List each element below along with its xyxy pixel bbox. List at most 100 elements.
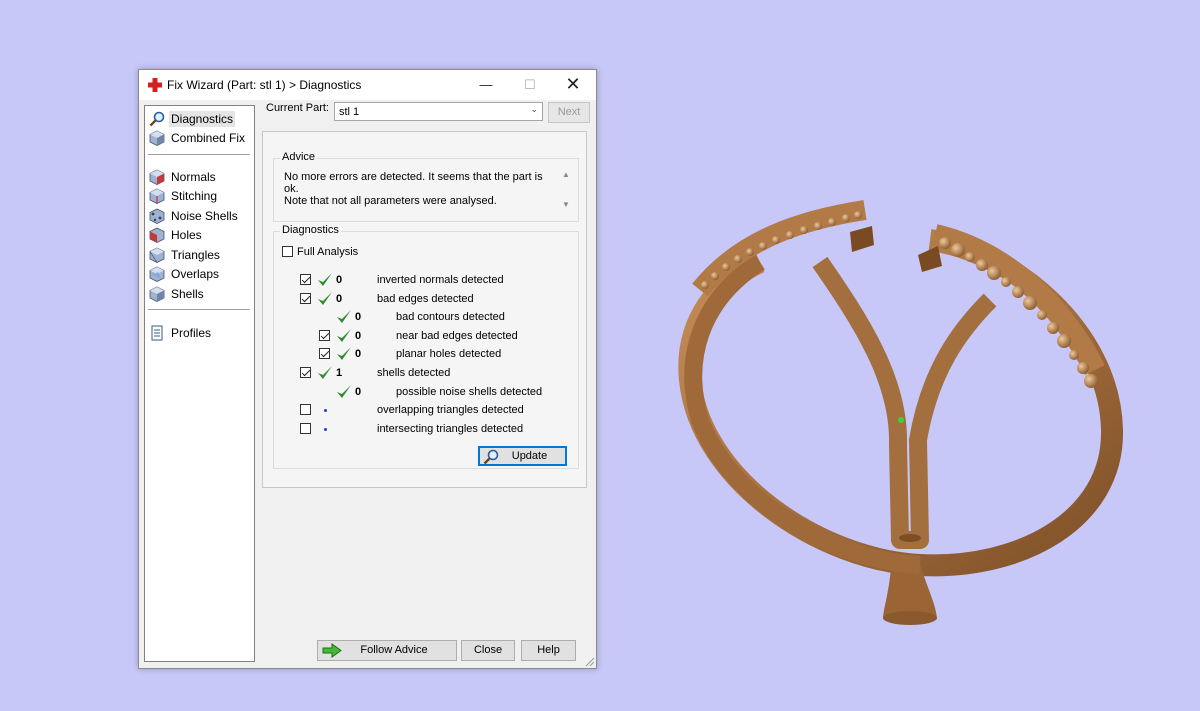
diagnostic-row: 0 planar holes detected (274, 346, 574, 362)
nav-item-holes[interactable]: Holes (149, 226, 249, 244)
ring-model (678, 200, 1124, 625)
nav-item-shells[interactable]: Shells (149, 285, 249, 303)
nav-item-triangles[interactable]: Triangles (149, 246, 249, 264)
nav-label: Profiles (171, 326, 212, 340)
bead (746, 248, 754, 256)
wizard-nav: Diagnostics Combined Fix Normals Stitchi… (144, 105, 255, 662)
follow-advice-button[interactable]: Follow Advice (317, 640, 457, 661)
bead (759, 242, 767, 250)
advice-title: Advice (280, 151, 318, 163)
diagnostic-label: planar holes detected (396, 348, 502, 361)
diagnostic-label: shells detected (377, 367, 451, 379)
maximize-button[interactable]: ☐ (508, 70, 552, 100)
nav-label: Combined Fix (171, 131, 246, 145)
nav-item-profiles[interactable]: Profiles (149, 324, 249, 342)
diagnostics-panel: Advice No more errors are detected. It s… (262, 131, 587, 488)
bead (711, 272, 719, 280)
bead (965, 252, 975, 262)
diagnostics-title: Diagnostics (280, 224, 341, 236)
bead (939, 237, 951, 249)
nav-label: Shells (171, 287, 204, 301)
cube-overlaps-icon (149, 266, 165, 282)
resize-grip-icon[interactable] (584, 656, 595, 667)
next-button[interactable]: Next (548, 102, 590, 123)
bead (1037, 310, 1047, 320)
diagnostic-checkbox[interactable] (300, 274, 311, 285)
nav-label: Noise Shells (171, 209, 238, 223)
nav-label: Diagnostics (169, 111, 236, 127)
bead (1023, 296, 1037, 310)
diagnostic-label: inverted normals detected (377, 274, 504, 286)
nav-separator (148, 309, 250, 310)
bead (976, 259, 988, 271)
help-button[interactable]: Help (521, 640, 576, 661)
diagnostic-label: intersecting triangles detected (377, 422, 524, 435)
current-part-select[interactable]: stl 1 ⌄ (334, 102, 543, 121)
green-check-icon (337, 328, 351, 342)
cube-stitching-icon (149, 188, 165, 204)
bead (800, 226, 808, 234)
diagnostic-row: intersecting triangles detected (274, 421, 574, 437)
bead (701, 281, 709, 289)
green-check-icon (337, 310, 351, 324)
nav-label: Stitching (171, 189, 218, 203)
diagnostic-label: possible noise shells detected (396, 385, 543, 398)
magnifier-icon (149, 111, 165, 127)
green-check-icon (318, 366, 332, 379)
bead (1084, 374, 1098, 388)
bead (814, 222, 822, 230)
minimize-button[interactable]: — (464, 70, 508, 100)
diagnostic-count: 0 (336, 274, 343, 286)
diagnostic-checkbox[interactable] (319, 348, 330, 360)
green-check-icon (318, 273, 332, 286)
cube-icon (149, 130, 165, 146)
diagnostic-row: 1 shells detected (274, 365, 574, 381)
green-check-icon (337, 347, 351, 361)
advice-group: Advice No more errors are detected. It s… (273, 151, 579, 222)
nav-item-overlaps[interactable]: Overlaps (149, 265, 249, 283)
nav-label: Triangles (171, 248, 220, 262)
diagnostic-label: bad contours detected (396, 311, 505, 324)
close-button[interactable]: Close (461, 640, 515, 661)
diagnostic-checkbox[interactable] (300, 367, 311, 378)
cube-noise-icon (149, 208, 165, 224)
scroll-up-icon[interactable]: ▲ (560, 169, 572, 181)
update-label: Update (511, 450, 548, 462)
full-analysis-label: Full Analysis (297, 246, 359, 258)
nav-item-combined-fix[interactable]: Combined Fix (149, 129, 249, 147)
window-title: Fix Wizard (Part: stl 1) > Diagnostics (167, 78, 362, 92)
red-cross-icon (148, 78, 162, 92)
nav-item-normals[interactable]: Normals (149, 168, 249, 186)
diagnostic-checkbox[interactable] (300, 404, 311, 416)
diagnostic-checkbox[interactable] (300, 292, 311, 304)
bead (722, 263, 730, 271)
diagnostic-checkbox[interactable] (300, 422, 311, 434)
diagnostic-row: 0 inverted normals detected (274, 272, 574, 288)
nav-item-diagnostics[interactable]: Diagnostics (149, 110, 249, 128)
diagnostic-count: 1 (336, 367, 343, 379)
3d-viewport[interactable] (640, 180, 1200, 640)
bead (1012, 286, 1024, 298)
bead (1001, 277, 1011, 287)
advice-text: No more errors are detected. It seems th… (284, 171, 543, 207)
green-check-icon (318, 291, 332, 305)
diagnostic-row: 0 bad contours detected (274, 309, 574, 325)
advice-scrollbar[interactable]: ▲ ▼ (560, 169, 572, 211)
diagnostic-checkbox[interactable] (319, 329, 330, 341)
bead (987, 266, 1001, 280)
full-analysis-checkbox[interactable] (282, 246, 293, 257)
status-dot-icon (324, 427, 327, 431)
cube-shells-icon (149, 286, 165, 302)
title-bar[interactable]: Fix Wizard (Part: stl 1) > Diagnostics —… (139, 70, 596, 100)
close-window-button[interactable]: ✕ (551, 70, 595, 100)
bead (786, 231, 794, 239)
update-button[interactable]: Update (478, 446, 567, 466)
current-part-label: Current Part: (266, 102, 329, 114)
green-check-icon (337, 384, 351, 398)
nav-label: Holes (171, 228, 202, 242)
cube-holes-icon (149, 227, 165, 243)
nav-item-stitching[interactable]: Stitching (149, 187, 249, 205)
scroll-down-icon[interactable]: ▼ (560, 199, 572, 211)
nav-item-noise-shells[interactable]: Noise Shells (149, 207, 249, 225)
diagnostic-count: 0 (355, 385, 362, 398)
